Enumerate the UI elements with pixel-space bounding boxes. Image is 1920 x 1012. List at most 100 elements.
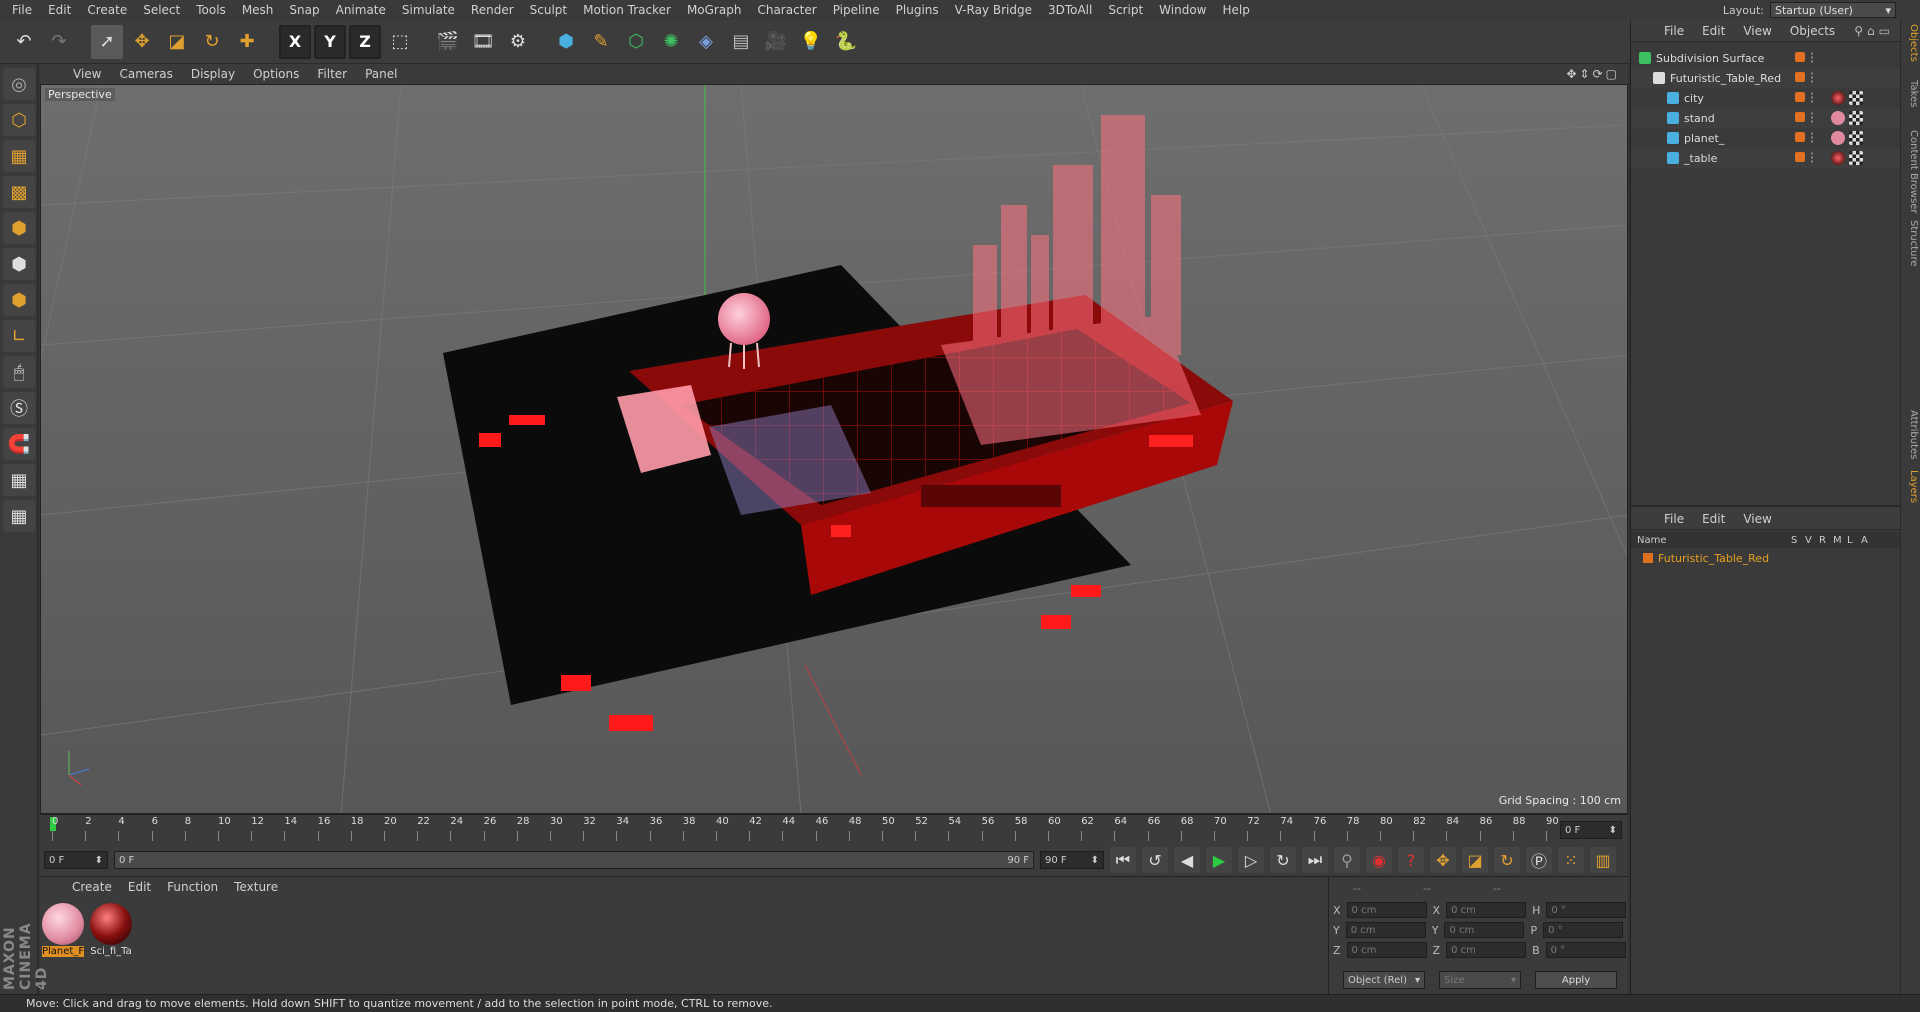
render-view-icon[interactable]: 🎬: [432, 25, 464, 59]
visibility-dots-icon[interactable]: [1811, 112, 1817, 124]
last-tool-icon[interactable]: ✚: [231, 25, 263, 59]
object-row[interactable]: city: [1631, 88, 1901, 108]
end-frame-field[interactable]: 90 F ⬍: [1040, 851, 1104, 869]
perspective-viewport[interactable]: Perspective Grid Spacing : 100 cm: [40, 84, 1628, 814]
material-menu-texture[interactable]: Texture: [226, 880, 286, 894]
menu-plugins[interactable]: Plugins: [888, 3, 947, 17]
solo-mode-icon[interactable]: Ⓢ: [3, 392, 35, 424]
key-parameter-icon[interactable]: Ⓟ: [1526, 847, 1552, 873]
menu-mograph[interactable]: MoGraph: [679, 3, 750, 17]
polygons-mode-icon[interactable]: ⬢: [3, 284, 35, 316]
side-tab-takes[interactable]: Takes: [1903, 80, 1919, 107]
extra-tag-icon[interactable]: [1867, 92, 1879, 104]
layout-dropdown[interactable]: Startup (User) ▾: [1770, 2, 1896, 18]
viewport-menu-display[interactable]: Display: [182, 67, 244, 81]
material-tag-icon[interactable]: [1831, 151, 1845, 165]
x-axis-lock-button[interactable]: X: [279, 24, 311, 59]
rotation-b-field[interactable]: 0 °: [1545, 942, 1626, 958]
menu-motion-tracker[interactable]: Motion Tracker: [575, 3, 679, 17]
position-z-field[interactable]: 0 cm: [1346, 942, 1427, 958]
python-icon[interactable]: 🐍: [830, 25, 862, 59]
apply-button[interactable]: Apply: [1535, 971, 1617, 989]
texture-tag-icon[interactable]: [1849, 91, 1863, 105]
viewport-menu-panel[interactable]: Panel: [356, 67, 406, 81]
scale-tool-icon[interactable]: ◪: [161, 25, 193, 59]
menu-render[interactable]: Render: [463, 3, 522, 17]
planar-workplane-icon[interactable]: ▦: [3, 500, 35, 532]
viewport-menu-filter[interactable]: Filter: [308, 67, 356, 81]
tweak-mode-icon[interactable]: 🖱: [3, 356, 35, 388]
points-mode-icon[interactable]: ⬢: [3, 212, 35, 244]
layer-menu-view[interactable]: View: [1734, 512, 1780, 526]
go-to-start-icon[interactable]: ⏮: [1110, 847, 1136, 873]
object-menu-file[interactable]: File: [1655, 24, 1693, 38]
move-tool-icon[interactable]: ✥: [126, 25, 158, 59]
texture-mode-icon[interactable]: ▦: [3, 140, 35, 172]
menu-script[interactable]: Script: [1100, 3, 1151, 17]
visibility-dots-icon[interactable]: [1811, 152, 1817, 164]
menu-tools[interactable]: Tools: [188, 3, 234, 17]
size-x-field[interactable]: 0 cm: [1446, 902, 1527, 918]
menu-window[interactable]: Window: [1151, 3, 1214, 17]
extra-tag-icon[interactable]: [1867, 112, 1879, 124]
current-frame-field[interactable]: 0 F ⬍: [1560, 821, 1622, 839]
previous-frame-icon[interactable]: ◀: [1174, 847, 1200, 873]
lock-workplane-icon[interactable]: ▦: [3, 464, 35, 496]
previous-key-icon[interactable]: ↺: [1142, 847, 1168, 873]
object-row[interactable]: _table: [1631, 148, 1901, 168]
viewport-menu-cameras[interactable]: Cameras: [110, 67, 181, 81]
menu-3dtoall[interactable]: 3DToAll: [1040, 3, 1100, 17]
side-tab-objects[interactable]: Objects: [1903, 24, 1919, 62]
menu-sculpt[interactable]: Sculpt: [522, 3, 575, 17]
menu-animate[interactable]: Animate: [328, 3, 394, 17]
light-icon[interactable]: 💡: [795, 25, 827, 59]
play-icon[interactable]: ▶: [1206, 847, 1232, 873]
menu-v-ray-bridge[interactable]: V-Ray Bridge: [947, 3, 1040, 17]
object-row[interactable]: planet_: [1631, 128, 1901, 148]
menu-snap[interactable]: Snap: [281, 3, 327, 17]
key-position-icon[interactable]: ✥: [1430, 847, 1456, 873]
object-menu-view[interactable]: View: [1734, 24, 1780, 38]
side-tab-structure[interactable]: Structure: [1903, 220, 1919, 267]
coordinate-system-icon[interactable]: ⬚: [384, 25, 416, 59]
viewport-menu-view[interactable]: View: [64, 67, 110, 81]
live-selection-icon[interactable]: ➚: [91, 24, 123, 59]
visibility-dots-icon[interactable]: [1811, 92, 1817, 104]
texture-tag-icon[interactable]: [1849, 111, 1863, 125]
coordinate-mode-dropdown[interactable]: Object (Rel) ▾: [1343, 971, 1425, 989]
object-menu-objects[interactable]: Objects: [1781, 24, 1844, 38]
material-menu-function[interactable]: Function: [159, 880, 226, 894]
next-key-icon[interactable]: ↻: [1270, 847, 1296, 873]
side-tab-attributes[interactable]: Attributes: [1903, 410, 1919, 459]
key-scale-icon[interactable]: ◪: [1462, 847, 1488, 873]
autokey-icon[interactable]: ◉: [1366, 847, 1392, 873]
camera-icon[interactable]: 🎥: [760, 25, 792, 59]
rotation-p-field[interactable]: 0 °: [1543, 922, 1624, 938]
timeline-window-icon[interactable]: ▥: [1590, 847, 1616, 873]
layer-menu-edit[interactable]: Edit: [1693, 512, 1734, 526]
go-to-end-icon[interactable]: ⏭: [1302, 847, 1328, 873]
edges-mode-icon[interactable]: ⬢: [3, 248, 35, 280]
start-frame-field[interactable]: 0 F ⬍: [44, 851, 108, 869]
material-scifi-table[interactable]: Sci_fi_Ta: [90, 903, 132, 961]
layer-item[interactable]: Futuristic_Table_Red: [1631, 548, 1901, 568]
rotate-tool-icon[interactable]: ↻: [196, 25, 228, 59]
material-tag-icon[interactable]: [1831, 131, 1845, 145]
side-tab-layers[interactable]: Layers: [1903, 470, 1919, 503]
menu-mesh[interactable]: Mesh: [234, 3, 282, 17]
make-editable-icon[interactable]: ◎: [3, 68, 35, 100]
render-settings-icon[interactable]: ⚙: [502, 25, 534, 59]
side-tab-content-browser[interactable]: Content Browser: [1903, 130, 1919, 213]
viewport-navigation-icons[interactable]: ✥⇕⟳▢: [1566, 67, 1620, 81]
material-planet[interactable]: Planet_F: [42, 903, 84, 961]
redo-icon[interactable]: ↷: [43, 25, 75, 59]
snap-magnet-icon[interactable]: 🧲: [3, 428, 35, 460]
undo-icon[interactable]: ↶: [8, 25, 40, 59]
record-keys-icon[interactable]: ⚲: [1334, 847, 1360, 873]
material-tag-icon[interactable]: [1831, 91, 1845, 105]
mograph-cloner-icon[interactable]: ✺: [655, 25, 687, 59]
menu-help[interactable]: Help: [1214, 3, 1257, 17]
size-mode-dropdown[interactable]: Size ▾: [1439, 971, 1521, 989]
object-menu-edit[interactable]: Edit: [1693, 24, 1734, 38]
material-menu-edit[interactable]: Edit: [120, 880, 159, 894]
